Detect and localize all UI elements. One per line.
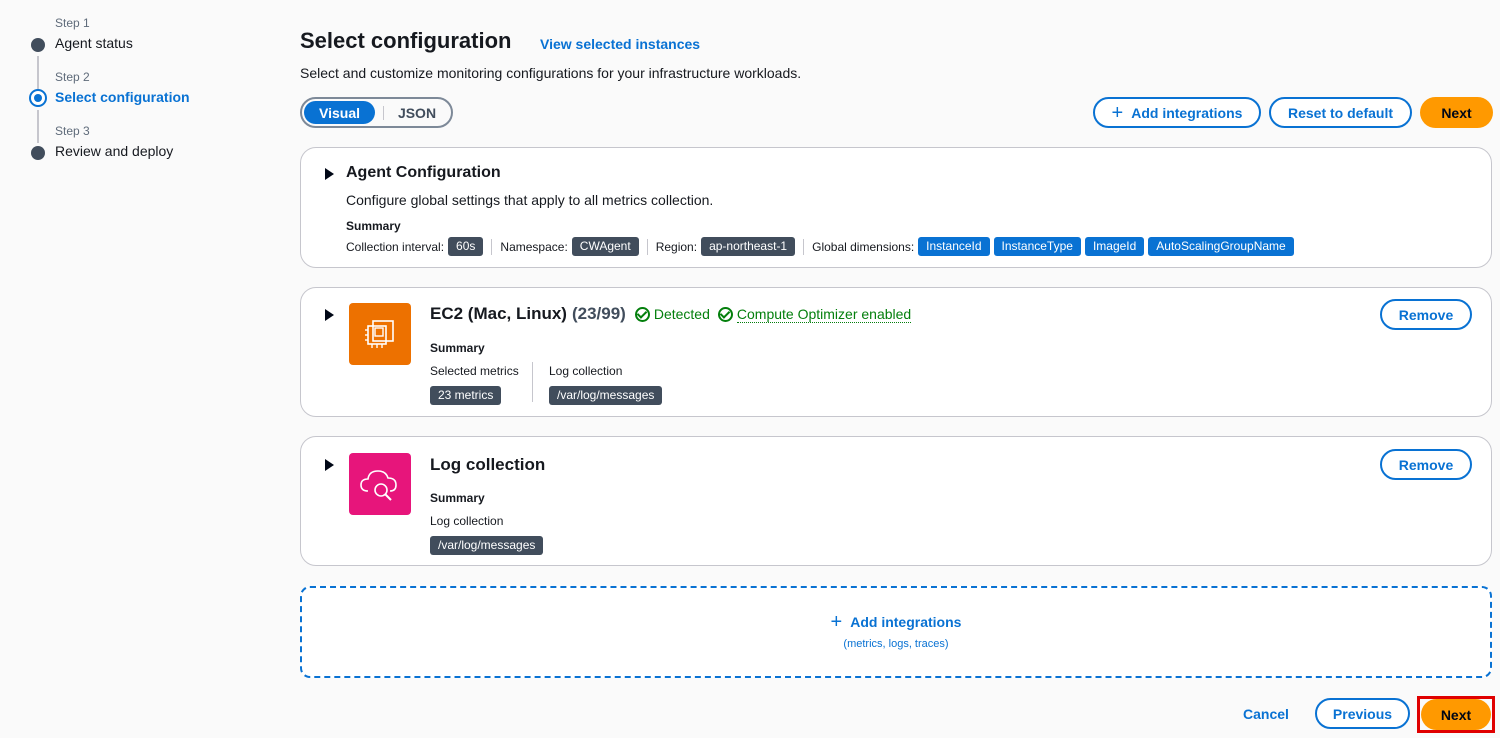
- compute-optimizer-label: Compute Optimizer enabled: [736, 305, 912, 323]
- log-collection-label: Log collection: [430, 514, 504, 528]
- dimension-tag: AutoScalingGroupName: [1148, 237, 1294, 256]
- plus-icon: +: [1111, 101, 1124, 124]
- step-number: Step 2: [55, 70, 90, 84]
- summary-heading: Summary: [346, 219, 401, 233]
- cloudwatch-logs-icon: [349, 453, 411, 515]
- expand-caret-icon[interactable]: [325, 459, 334, 471]
- add-integrations-row: + Add integrations: [302, 612, 1490, 632]
- wizard-stepper: Step 1 Agent status Step 2 Select config…: [28, 16, 268, 178]
- card-title: Agent Configuration: [346, 164, 501, 181]
- card-title: EC2 (Mac, Linux): [430, 304, 567, 323]
- agent-configuration-card: Agent Configuration Configure global set…: [300, 147, 1492, 268]
- detected-label: Detected: [653, 306, 710, 322]
- card-title: Log collection: [430, 455, 546, 474]
- expand-caret-icon[interactable]: [325, 168, 334, 180]
- log-path-tag: /var/log/messages: [430, 536, 544, 555]
- add-integrations-label: Add integrations: [850, 614, 962, 630]
- log-path-tag: /var/log/messages: [549, 386, 663, 405]
- highlight-box: [1417, 696, 1495, 733]
- step-agent-status[interactable]: Step 1 Agent status: [28, 16, 268, 89]
- check-circle-icon: [634, 306, 650, 322]
- log-collection-label: Log collection: [549, 364, 623, 378]
- step-number: Step 3: [55, 124, 90, 138]
- namespace-label: Namespace:: [500, 239, 568, 254]
- step-select-configuration[interactable]: Step 2 Select configuration: [28, 70, 268, 143]
- ec2-title-row: EC2 (Mac, Linux) (23/99) Detected Comput…: [430, 304, 912, 324]
- page-subtitle: Select and customize monitoring configur…: [300, 65, 802, 81]
- step-label: Review and deploy: [55, 143, 174, 159]
- metrics-count-tag: 23 metrics: [430, 386, 502, 405]
- previous-button[interactable]: Previous: [1315, 698, 1410, 729]
- log-collection-card: Log collection Summary Log collection /v…: [300, 436, 1492, 566]
- divider: [803, 238, 805, 255]
- remove-log-collection-button[interactable]: Remove: [1380, 449, 1472, 480]
- step-active-dot-icon: [29, 89, 47, 107]
- agent-summary-row: Collection interval: 60s Namespace: CWAg…: [346, 237, 1294, 256]
- step-number: Step 1: [55, 16, 90, 30]
- ec2-integration-card: EC2 (Mac, Linux) (23/99) Detected Comput…: [300, 287, 1492, 417]
- card-description: Configure global settings that apply to …: [346, 192, 714, 208]
- view-mode-toggle: Visual JSON: [300, 97, 453, 128]
- region-tag: ap-northeast-1: [701, 237, 796, 256]
- reset-to-default-button[interactable]: Reset to default: [1269, 97, 1412, 128]
- summary-heading: Summary: [430, 341, 485, 355]
- step-label: Agent status: [55, 35, 133, 51]
- view-selected-instances-link[interactable]: View selected instances: [540, 36, 700, 52]
- step-dot-icon: [31, 38, 45, 52]
- divider: [532, 362, 533, 402]
- add-integrations-hint: (metrics, logs, traces): [843, 638, 949, 650]
- region-label: Region:: [655, 239, 698, 254]
- add-integrations-dropzone[interactable]: + Add integrations (metrics, logs, trace…: [300, 586, 1492, 678]
- expand-caret-icon[interactable]: [325, 309, 334, 321]
- toggle-divider: [383, 105, 384, 120]
- cancel-button[interactable]: Cancel: [1232, 698, 1300, 729]
- step-dot-icon: [31, 146, 45, 160]
- step-label: Select configuration: [55, 89, 190, 105]
- summary-heading: Summary: [430, 491, 485, 505]
- next-button-top[interactable]: Next: [1420, 97, 1493, 128]
- step-review-deploy[interactable]: Step 3 Review and deploy: [28, 124, 268, 178]
- check-circle-icon: [717, 306, 733, 322]
- page-title: Select configuration: [300, 28, 512, 53]
- global-dimensions-label: Global dimensions:: [812, 239, 915, 254]
- ec2-chip-icon: [349, 303, 411, 365]
- add-integrations-label: Add integrations: [1131, 104, 1243, 121]
- add-integrations-button[interactable]: + Add integrations: [1093, 97, 1261, 128]
- metric-count: (23/99): [571, 304, 626, 323]
- divider: [491, 238, 493, 255]
- compute-optimizer-status[interactable]: Compute Optimizer enabled: [717, 305, 912, 323]
- collection-interval-label: Collection interval:: [346, 239, 445, 254]
- dimension-tag: ImageId: [1084, 237, 1145, 256]
- json-toggle-button[interactable]: JSON: [392, 101, 442, 124]
- visual-toggle-button[interactable]: Visual: [304, 101, 375, 124]
- selected-metrics-label: Selected metrics: [430, 364, 519, 378]
- namespace-tag: CWAgent: [571, 237, 639, 256]
- plus-icon: +: [830, 611, 843, 633]
- divider: [646, 238, 648, 255]
- dimension-tag: InstanceType: [993, 237, 1081, 256]
- remove-ec2-button[interactable]: Remove: [1380, 299, 1472, 330]
- dimension-tag: InstanceId: [918, 237, 990, 256]
- collection-interval-tag: 60s: [448, 237, 484, 256]
- detected-status: Detected: [634, 306, 710, 322]
